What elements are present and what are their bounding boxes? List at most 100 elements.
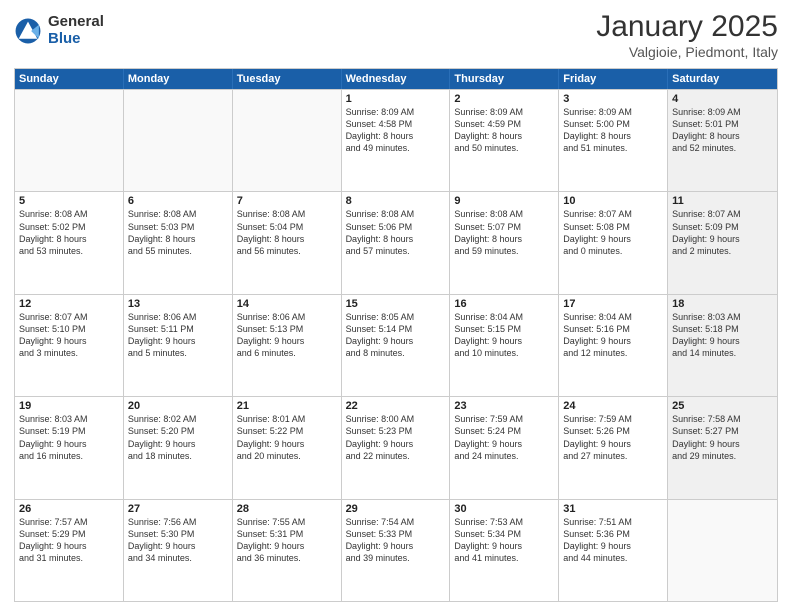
calendar-cell: [15, 90, 124, 191]
cell-details: Sunrise: 8:09 AM Sunset: 4:58 PM Dayligh…: [346, 106, 446, 155]
day-number: 1: [346, 93, 446, 105]
day-number: 22: [346, 400, 446, 412]
day-number: 2: [454, 93, 554, 105]
calendar-cell: 1Sunrise: 8:09 AM Sunset: 4:58 PM Daylig…: [342, 90, 451, 191]
cell-details: Sunrise: 8:06 AM Sunset: 5:11 PM Dayligh…: [128, 311, 228, 360]
logo-icon: [14, 17, 42, 45]
cell-details: Sunrise: 8:06 AM Sunset: 5:13 PM Dayligh…: [237, 311, 337, 360]
calendar-cell: 23Sunrise: 7:59 AM Sunset: 5:24 PM Dayli…: [450, 397, 559, 498]
calendar-cell: 30Sunrise: 7:53 AM Sunset: 5:34 PM Dayli…: [450, 500, 559, 601]
logo-general-text: General: [48, 14, 104, 31]
calendar-header: SundayMondayTuesdayWednesdayThursdayFrid…: [15, 69, 777, 89]
day-number: 29: [346, 503, 446, 515]
day-number: 31: [563, 503, 663, 515]
cell-details: Sunrise: 8:05 AM Sunset: 5:14 PM Dayligh…: [346, 311, 446, 360]
cell-details: Sunrise: 8:07 AM Sunset: 5:09 PM Dayligh…: [672, 208, 773, 257]
day-number: 3: [563, 93, 663, 105]
day-header-tuesday: Tuesday: [233, 69, 342, 89]
day-number: 19: [19, 400, 119, 412]
day-number: 5: [19, 195, 119, 207]
cell-details: Sunrise: 8:07 AM Sunset: 5:08 PM Dayligh…: [563, 208, 663, 257]
cell-details: Sunrise: 8:00 AM Sunset: 5:23 PM Dayligh…: [346, 413, 446, 462]
location: Valgioie, Piedmont, Italy: [596, 44, 778, 60]
day-number: 12: [19, 298, 119, 310]
day-header-monday: Monday: [124, 69, 233, 89]
day-number: 28: [237, 503, 337, 515]
day-number: 21: [237, 400, 337, 412]
day-header-thursday: Thursday: [450, 69, 559, 89]
calendar-cell: 24Sunrise: 7:59 AM Sunset: 5:26 PM Dayli…: [559, 397, 668, 498]
calendar-cell: 18Sunrise: 8:03 AM Sunset: 5:18 PM Dayli…: [668, 295, 777, 396]
calendar-cell: 7Sunrise: 8:08 AM Sunset: 5:04 PM Daylig…: [233, 192, 342, 293]
day-number: 27: [128, 503, 228, 515]
day-number: 10: [563, 195, 663, 207]
cell-details: Sunrise: 8:03 AM Sunset: 5:18 PM Dayligh…: [672, 311, 773, 360]
calendar-cell: 22Sunrise: 8:00 AM Sunset: 5:23 PM Dayli…: [342, 397, 451, 498]
cell-details: Sunrise: 8:08 AM Sunset: 5:02 PM Dayligh…: [19, 208, 119, 257]
cell-details: Sunrise: 7:51 AM Sunset: 5:36 PM Dayligh…: [563, 516, 663, 565]
cell-details: Sunrise: 8:04 AM Sunset: 5:16 PM Dayligh…: [563, 311, 663, 360]
cell-details: Sunrise: 7:58 AM Sunset: 5:27 PM Dayligh…: [672, 413, 773, 462]
calendar-cell: 3Sunrise: 8:09 AM Sunset: 5:00 PM Daylig…: [559, 90, 668, 191]
day-number: 24: [563, 400, 663, 412]
calendar-cell: 29Sunrise: 7:54 AM Sunset: 5:33 PM Dayli…: [342, 500, 451, 601]
cell-details: Sunrise: 8:04 AM Sunset: 5:15 PM Dayligh…: [454, 311, 554, 360]
cell-details: Sunrise: 8:07 AM Sunset: 5:10 PM Dayligh…: [19, 311, 119, 360]
day-number: 8: [346, 195, 446, 207]
day-header-friday: Friday: [559, 69, 668, 89]
day-number: 17: [563, 298, 663, 310]
day-number: 4: [672, 93, 773, 105]
calendar-cell: 10Sunrise: 8:07 AM Sunset: 5:08 PM Dayli…: [559, 192, 668, 293]
calendar-cell: 28Sunrise: 7:55 AM Sunset: 5:31 PM Dayli…: [233, 500, 342, 601]
day-number: 18: [672, 298, 773, 310]
calendar-cell: 2Sunrise: 8:09 AM Sunset: 4:59 PM Daylig…: [450, 90, 559, 191]
cell-details: Sunrise: 8:08 AM Sunset: 5:06 PM Dayligh…: [346, 208, 446, 257]
day-number: 20: [128, 400, 228, 412]
logo-text: General Blue: [48, 14, 104, 47]
cell-details: Sunrise: 8:09 AM Sunset: 5:00 PM Dayligh…: [563, 106, 663, 155]
day-number: 16: [454, 298, 554, 310]
day-header-saturday: Saturday: [668, 69, 777, 89]
title-block: January 2025 Valgioie, Piedmont, Italy: [596, 10, 778, 60]
cell-details: Sunrise: 8:02 AM Sunset: 5:20 PM Dayligh…: [128, 413, 228, 462]
day-number: 6: [128, 195, 228, 207]
day-header-wednesday: Wednesday: [342, 69, 451, 89]
cell-details: Sunrise: 8:08 AM Sunset: 5:03 PM Dayligh…: [128, 208, 228, 257]
cell-details: Sunrise: 7:59 AM Sunset: 5:24 PM Dayligh…: [454, 413, 554, 462]
calendar-row-4: 19Sunrise: 8:03 AM Sunset: 5:19 PM Dayli…: [15, 396, 777, 498]
calendar-cell: 6Sunrise: 8:08 AM Sunset: 5:03 PM Daylig…: [124, 192, 233, 293]
cell-details: Sunrise: 7:54 AM Sunset: 5:33 PM Dayligh…: [346, 516, 446, 565]
calendar-cell: 21Sunrise: 8:01 AM Sunset: 5:22 PM Dayli…: [233, 397, 342, 498]
calendar-row-3: 12Sunrise: 8:07 AM Sunset: 5:10 PM Dayli…: [15, 294, 777, 396]
calendar-row-2: 5Sunrise: 8:08 AM Sunset: 5:02 PM Daylig…: [15, 191, 777, 293]
calendar-cell: [233, 90, 342, 191]
logo-blue-text: Blue: [48, 31, 104, 48]
day-number: 30: [454, 503, 554, 515]
calendar: SundayMondayTuesdayWednesdayThursdayFrid…: [14, 68, 778, 602]
calendar-cell: 19Sunrise: 8:03 AM Sunset: 5:19 PM Dayli…: [15, 397, 124, 498]
cell-details: Sunrise: 8:08 AM Sunset: 5:04 PM Dayligh…: [237, 208, 337, 257]
cell-details: Sunrise: 8:03 AM Sunset: 5:19 PM Dayligh…: [19, 413, 119, 462]
cell-details: Sunrise: 7:59 AM Sunset: 5:26 PM Dayligh…: [563, 413, 663, 462]
cell-details: Sunrise: 8:09 AM Sunset: 4:59 PM Dayligh…: [454, 106, 554, 155]
calendar-row-1: 1Sunrise: 8:09 AM Sunset: 4:58 PM Daylig…: [15, 89, 777, 191]
calendar-cell: [668, 500, 777, 601]
day-number: 23: [454, 400, 554, 412]
cell-details: Sunrise: 8:01 AM Sunset: 5:22 PM Dayligh…: [237, 413, 337, 462]
calendar-cell: 13Sunrise: 8:06 AM Sunset: 5:11 PM Dayli…: [124, 295, 233, 396]
calendar-cell: 17Sunrise: 8:04 AM Sunset: 5:16 PM Dayli…: [559, 295, 668, 396]
day-number: 11: [672, 195, 773, 207]
logo: General Blue: [14, 14, 104, 47]
cell-details: Sunrise: 7:53 AM Sunset: 5:34 PM Dayligh…: [454, 516, 554, 565]
calendar-row-5: 26Sunrise: 7:57 AM Sunset: 5:29 PM Dayli…: [15, 499, 777, 601]
calendar-cell: 12Sunrise: 8:07 AM Sunset: 5:10 PM Dayli…: [15, 295, 124, 396]
calendar-cell: 16Sunrise: 8:04 AM Sunset: 5:15 PM Dayli…: [450, 295, 559, 396]
cell-details: Sunrise: 7:56 AM Sunset: 5:30 PM Dayligh…: [128, 516, 228, 565]
calendar-cell: [124, 90, 233, 191]
calendar-cell: 4Sunrise: 8:09 AM Sunset: 5:01 PM Daylig…: [668, 90, 777, 191]
calendar-cell: 9Sunrise: 8:08 AM Sunset: 5:07 PM Daylig…: [450, 192, 559, 293]
day-header-sunday: Sunday: [15, 69, 124, 89]
calendar-body: 1Sunrise: 8:09 AM Sunset: 4:58 PM Daylig…: [15, 89, 777, 601]
header: General Blue January 2025 Valgioie, Pied…: [14, 10, 778, 60]
calendar-cell: 26Sunrise: 7:57 AM Sunset: 5:29 PM Dayli…: [15, 500, 124, 601]
